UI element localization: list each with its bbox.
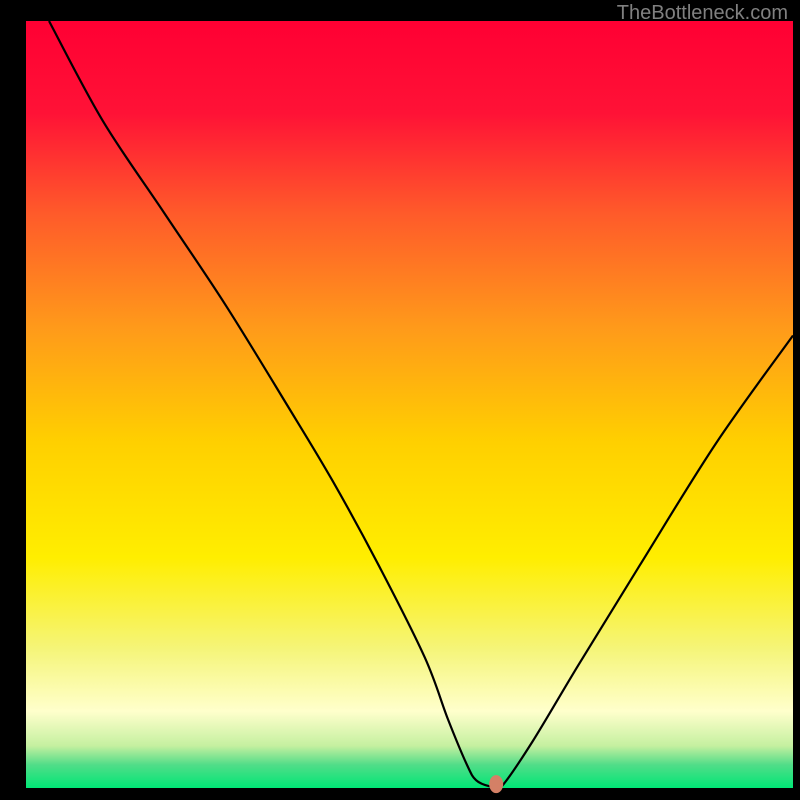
watermark-text: TheBottleneck.com xyxy=(617,2,788,25)
chart-container: TheBottleneck.com xyxy=(0,0,800,800)
plot-area-background xyxy=(26,21,793,788)
optimal-point-marker xyxy=(489,775,503,793)
bottleneck-chart xyxy=(0,0,800,800)
